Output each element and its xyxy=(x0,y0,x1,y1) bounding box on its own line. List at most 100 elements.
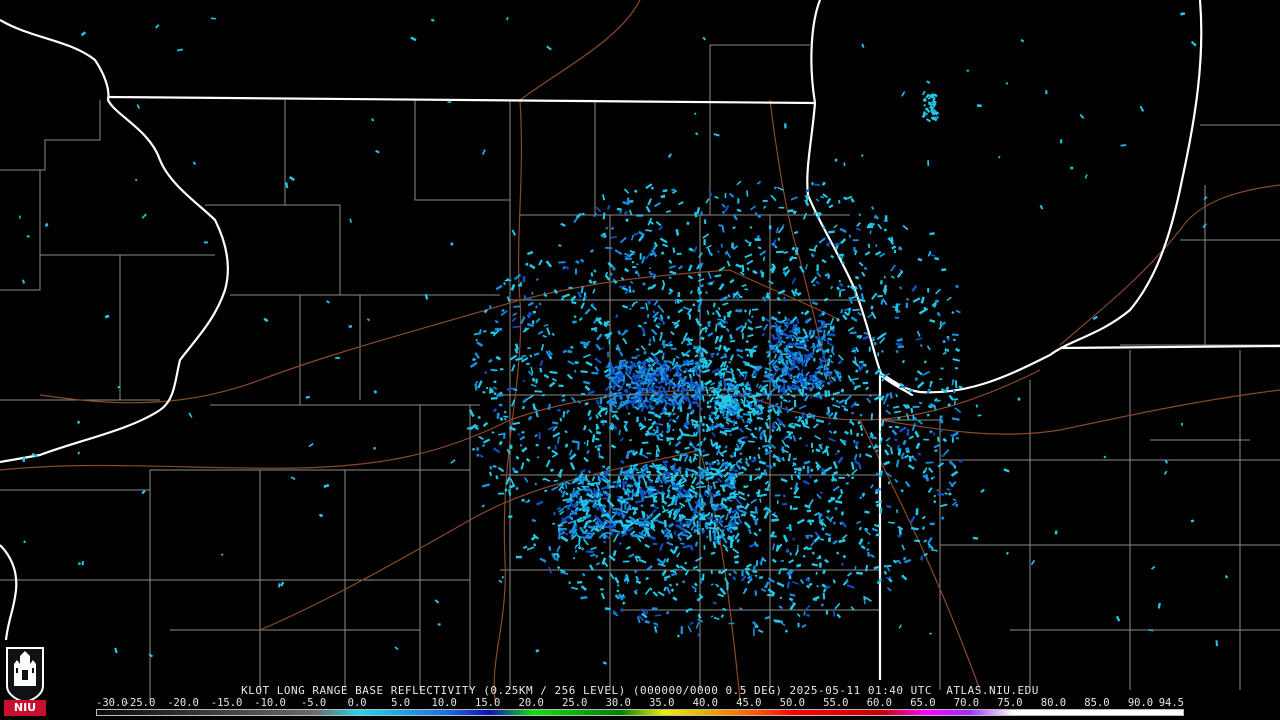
echo-speck xyxy=(915,508,919,516)
echo-speck xyxy=(976,104,982,108)
echo-speck xyxy=(482,391,486,394)
echo-speck xyxy=(851,476,855,479)
echo-speck xyxy=(930,109,934,112)
echo-speck xyxy=(929,522,935,526)
legend-label: 85.0 xyxy=(1084,697,1110,709)
echo-speck xyxy=(941,268,947,272)
echo-speck xyxy=(905,450,910,453)
echo-speck xyxy=(883,276,886,279)
legend-label: -5.0 xyxy=(300,697,327,709)
echo-speck xyxy=(601,551,604,555)
legend-color-bar xyxy=(96,709,1184,716)
echo-speck xyxy=(707,516,714,520)
echo-speck xyxy=(734,469,738,473)
echo-speck xyxy=(944,348,947,352)
echo-speck xyxy=(762,390,765,396)
echo-speck xyxy=(811,449,814,453)
echo-speck xyxy=(802,465,806,470)
echo-speck xyxy=(535,443,539,447)
echo-speck xyxy=(515,555,522,559)
echo-speck xyxy=(535,378,538,384)
echo-speck xyxy=(689,247,693,251)
echo-speck xyxy=(772,462,776,467)
echo-speck xyxy=(784,123,787,129)
echo-speck xyxy=(490,397,498,400)
echo-speck xyxy=(838,477,845,479)
echo-speck xyxy=(1017,397,1021,401)
echo-speck xyxy=(726,582,729,591)
echo-speck xyxy=(1181,422,1183,426)
echo-speck xyxy=(927,288,930,293)
echo-speck xyxy=(502,576,504,579)
echo-speck xyxy=(612,508,621,511)
echo-speck xyxy=(898,561,902,565)
echo-speck xyxy=(648,418,652,421)
echo-speck xyxy=(655,458,658,460)
echo-speck xyxy=(856,432,859,437)
echo-speck xyxy=(700,577,702,584)
echo-speck xyxy=(729,540,733,548)
echo-speck xyxy=(736,539,740,543)
echo-speck xyxy=(629,199,634,203)
echo-speck xyxy=(558,384,564,388)
echo-speck xyxy=(686,385,691,389)
echo-speck xyxy=(822,226,826,229)
echo-speck xyxy=(754,238,761,242)
echo-speck xyxy=(923,104,926,107)
echo-speck xyxy=(731,242,734,249)
echo-speck xyxy=(595,554,598,558)
echo-speck xyxy=(522,276,526,283)
echo-speck xyxy=(836,318,840,322)
echo-speck xyxy=(737,293,741,296)
echo-speck xyxy=(724,430,732,433)
echo-speck xyxy=(766,350,771,354)
echo-speck xyxy=(748,526,751,529)
echo-speck xyxy=(681,514,684,520)
echo-speck xyxy=(602,465,606,468)
echo-speck xyxy=(940,367,944,370)
echo-speck xyxy=(636,214,644,217)
echo-speck xyxy=(610,366,616,370)
radar-map xyxy=(0,0,1280,720)
echo-speck xyxy=(23,540,26,544)
echo-speck xyxy=(622,480,626,488)
echo-speck xyxy=(622,560,630,563)
echo-speck xyxy=(515,487,519,490)
echo-speck xyxy=(117,386,120,389)
echo-speck xyxy=(708,359,712,362)
legend-label: 15.0 xyxy=(475,697,501,709)
legend-label: 90.0 xyxy=(1127,697,1154,709)
echo-speck xyxy=(749,474,753,482)
echo-speck xyxy=(792,457,797,461)
echo-speck xyxy=(851,411,854,415)
echo-speck xyxy=(617,596,626,599)
echo-speck xyxy=(930,477,934,480)
echo-speck xyxy=(607,351,609,358)
echo-speck xyxy=(278,583,281,588)
echo-speck xyxy=(632,266,637,269)
echo-speck xyxy=(672,395,679,398)
echo-speck xyxy=(895,425,900,429)
echo-speck xyxy=(335,357,340,359)
echo-speck xyxy=(858,365,861,369)
echo-speck xyxy=(568,581,571,585)
echo-speck xyxy=(823,329,826,334)
echo-speck xyxy=(834,242,840,246)
echo-speck xyxy=(779,568,788,571)
echo-speck xyxy=(581,547,584,551)
echo-speck xyxy=(958,459,963,463)
echo-speck xyxy=(646,360,651,363)
echo-speck xyxy=(600,588,604,591)
echo-speck xyxy=(476,453,479,457)
echo-speck xyxy=(575,549,578,553)
echo-speck xyxy=(599,397,603,405)
echo-speck xyxy=(81,561,85,566)
legend-label: -20.0 xyxy=(167,697,199,709)
echo-speck xyxy=(661,493,665,503)
echo-speck xyxy=(778,206,785,209)
echo-speck xyxy=(797,622,800,628)
echo-speck xyxy=(753,628,755,637)
echo-speck xyxy=(660,195,664,199)
echo-speck xyxy=(574,546,577,550)
echo-speck xyxy=(667,315,670,320)
